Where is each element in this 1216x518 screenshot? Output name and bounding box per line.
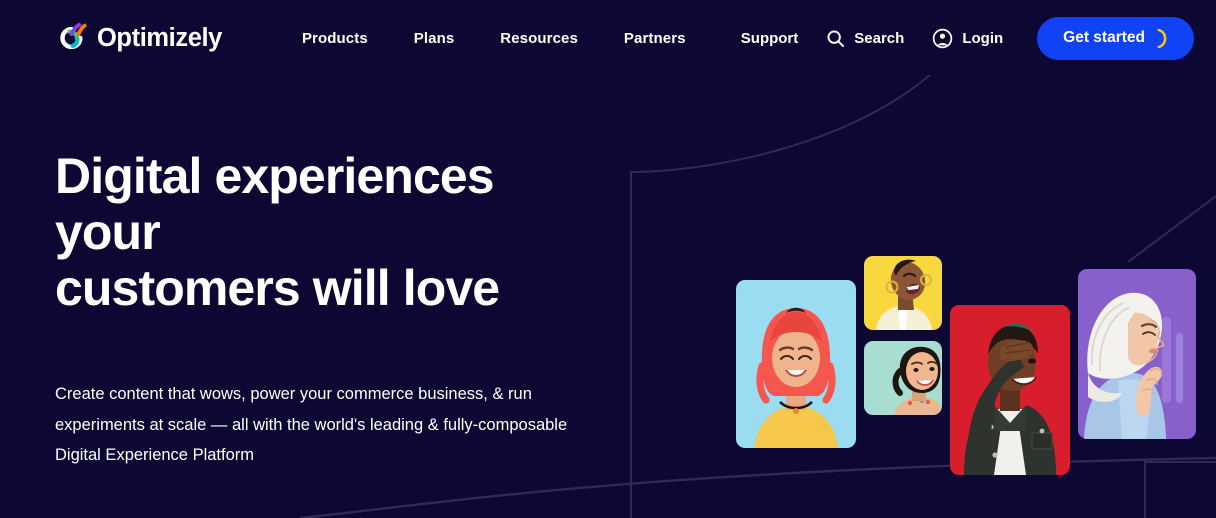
user-circle-icon — [933, 28, 953, 48]
brand-logo[interactable]: Optimizely — [54, 21, 222, 55]
crescent-arc-icon — [1157, 28, 1167, 48]
nav-item-products[interactable]: Products — [302, 30, 368, 47]
get-started-label: Get started — [1063, 29, 1145, 46]
brand-name: Optimizely — [97, 23, 222, 52]
hero-title-line-1: Digital experiences your — [55, 148, 495, 260]
hero-title: Digital experiences your customers will … — [55, 148, 575, 316]
search-icon — [827, 30, 845, 47]
hero-copy: Digital experiences your customers will … — [0, 76, 640, 471]
login-button[interactable]: Login — [932, 28, 1003, 49]
header-utilities: Support Search Login Get started — [741, 16, 1194, 60]
hero-section: Digital experiences your customers will … — [0, 76, 1216, 471]
optimizely-logo-icon — [60, 22, 87, 50]
support-label: Support — [740, 29, 799, 47]
site-header: Optimizely Products Plans Resources Part… — [0, 0, 1216, 76]
search-button[interactable]: Search — [826, 29, 904, 48]
nav-item-partners[interactable]: Partners — [624, 30, 686, 47]
main-navigation: Products Plans Resources Partners — [302, 30, 686, 47]
get-started-button[interactable]: Get started — [1037, 16, 1194, 60]
hero-title-line-2: customers will love — [55, 260, 500, 316]
nav-item-resources[interactable]: Resources — [500, 30, 578, 47]
login-label: Login — [962, 29, 1004, 47]
nav-item-plans[interactable]: Plans — [414, 30, 455, 47]
search-label: Search — [854, 29, 905, 47]
support-link[interactable]: Support — [741, 30, 799, 47]
hero-subtitle: Create content that wows, power your com… — [55, 385, 568, 465]
